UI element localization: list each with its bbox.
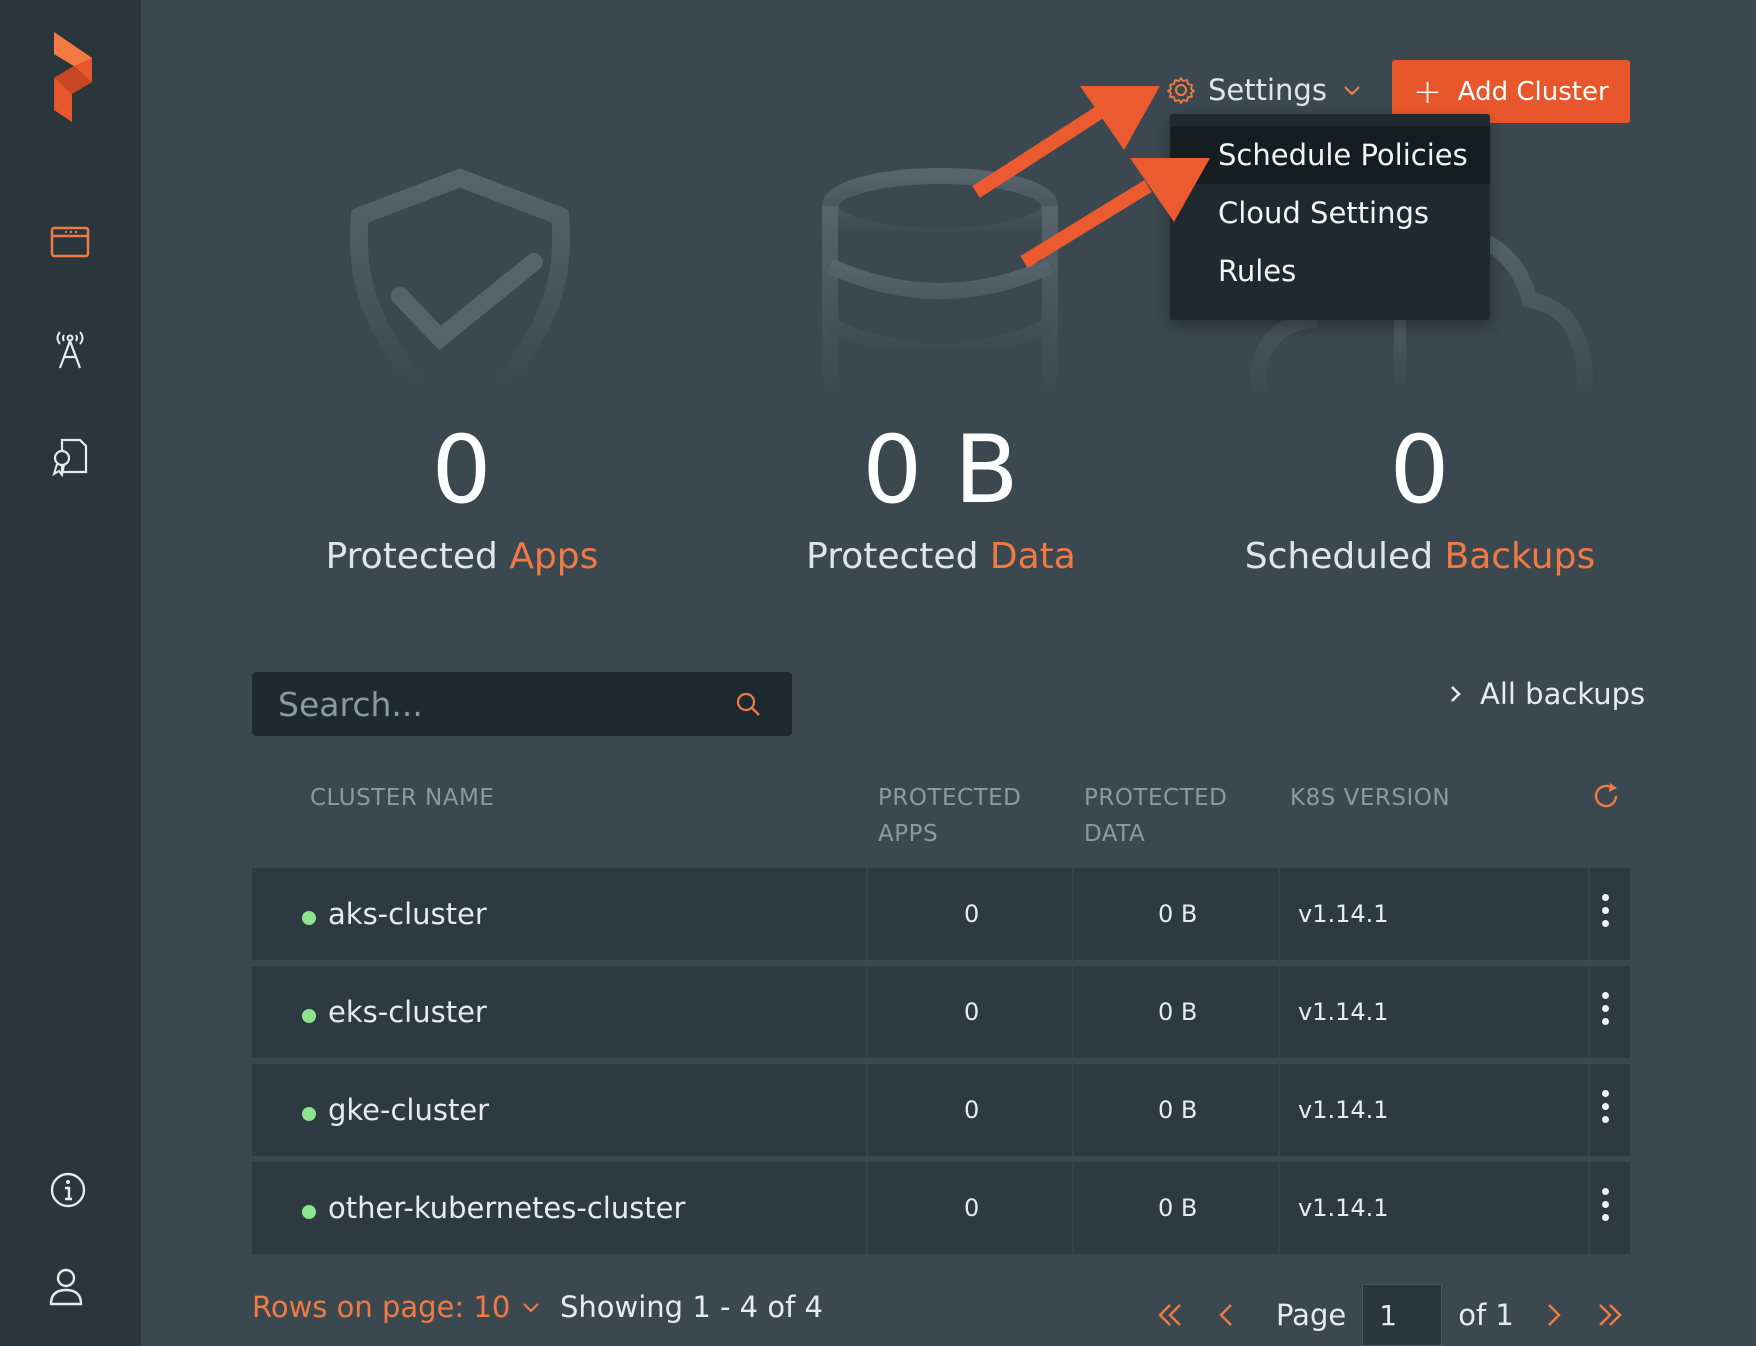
table-row[interactable]: other-kubernetes-cluster 0 0 B v1.14.1 bbox=[252, 1162, 1630, 1254]
status-dot bbox=[302, 1009, 316, 1023]
stat-protected-data: 0 B Protected Data bbox=[731, 416, 1151, 578]
status-dot bbox=[302, 1205, 316, 1219]
settings-label: Settings bbox=[1208, 73, 1327, 107]
cluster-name-cell: gke-cluster bbox=[302, 1064, 489, 1156]
status-dot bbox=[302, 1107, 316, 1121]
search-input[interactable] bbox=[252, 672, 792, 736]
protected-data-cell: 0 B bbox=[1158, 1194, 1198, 1222]
stat-protected-apps: 0 Protected Apps bbox=[252, 416, 672, 578]
protected-data-cell: 0 B bbox=[1158, 998, 1198, 1026]
table-row[interactable]: aks-cluster 0 0 B v1.14.1 bbox=[252, 868, 1630, 960]
col-cluster-name[interactable]: CLUSTER NAME bbox=[310, 780, 494, 816]
k8s-version-cell: v1.14.1 bbox=[1298, 1096, 1389, 1124]
chevron-down-icon bbox=[523, 1303, 540, 1313]
stat-label: Protected Apps bbox=[325, 536, 599, 577]
protected-data-cell: 0 B bbox=[1158, 900, 1198, 928]
sidebar bbox=[0, 0, 141, 1346]
cluster-name-cell: eks-cluster bbox=[302, 966, 487, 1058]
next-page-icon[interactable] bbox=[1534, 1295, 1574, 1335]
row-actions-kebab-icon[interactable] bbox=[1598, 894, 1612, 934]
pagination: Page of 1 bbox=[1150, 1284, 1646, 1346]
prev-page-icon[interactable] bbox=[1206, 1295, 1246, 1335]
stat-scheduled-backups: 0 Scheduled Backups bbox=[1210, 416, 1630, 578]
rows-per-page-select[interactable]: Rows on page: 10 bbox=[252, 1290, 542, 1324]
stat-value: 0 bbox=[1389, 416, 1451, 525]
protected-data-cell: 0 B bbox=[1158, 1096, 1198, 1124]
settings-dropdown: Schedule Policies Cloud Settings Rules bbox=[1170, 114, 1490, 320]
all-backups-label: All backups bbox=[1480, 677, 1646, 711]
protected-apps-cell: 0 bbox=[964, 998, 980, 1026]
certificate-icon[interactable] bbox=[46, 432, 94, 480]
protected-apps-cell: 0 bbox=[964, 900, 980, 928]
protected-apps-cell: 0 bbox=[964, 1194, 980, 1222]
page-label: Page bbox=[1276, 1298, 1347, 1332]
k8s-version-cell: v1.14.1 bbox=[1298, 998, 1389, 1026]
search-box bbox=[252, 672, 792, 736]
last-page-icon[interactable] bbox=[1590, 1295, 1630, 1335]
table-header: CLUSTER NAME PROTECTED APPS PROTECTED DATA… bbox=[252, 780, 1630, 860]
settings-menu-button[interactable]: Settings bbox=[1166, 68, 1363, 112]
stat-value: 0 bbox=[431, 416, 493, 525]
menu-item-rules[interactable]: Rules bbox=[1170, 242, 1490, 300]
k8s-version-cell: v1.14.1 bbox=[1298, 900, 1389, 928]
add-cluster-label: Add Cluster bbox=[1457, 76, 1609, 107]
menu-item-schedule-policies[interactable]: Schedule Policies bbox=[1170, 126, 1490, 184]
row-actions-kebab-icon[interactable] bbox=[1598, 1090, 1612, 1130]
table-row[interactable]: gke-cluster 0 0 B v1.14.1 bbox=[252, 1064, 1630, 1156]
gear-icon bbox=[1167, 77, 1195, 104]
user-icon[interactable] bbox=[46, 1262, 94, 1310]
row-actions-kebab-icon[interactable] bbox=[1598, 1188, 1612, 1228]
menu-item-cloud-settings[interactable]: Cloud Settings bbox=[1170, 184, 1490, 242]
table-row[interactable]: eks-cluster 0 0 B v1.14.1 bbox=[252, 966, 1630, 1058]
plus-icon: + bbox=[1413, 71, 1442, 112]
status-dot bbox=[302, 911, 316, 925]
dashboard-icon[interactable] bbox=[46, 218, 94, 266]
col-protected-apps[interactable]: PROTECTED APPS bbox=[878, 780, 1021, 852]
stat-label: Protected Data bbox=[806, 536, 1076, 577]
k8s-version-cell: v1.14.1 bbox=[1298, 1194, 1389, 1222]
col-k8s-version[interactable]: K8S VERSION bbox=[1290, 780, 1450, 816]
refresh-icon[interactable] bbox=[1590, 780, 1622, 812]
page-number-input[interactable] bbox=[1362, 1284, 1443, 1346]
cluster-name-cell: other-kubernetes-cluster bbox=[302, 1162, 685, 1254]
stat-label: Scheduled Backups bbox=[1244, 536, 1596, 577]
stat-value: 0 B bbox=[862, 416, 1020, 525]
cluster-name-cell: aks-cluster bbox=[302, 868, 487, 960]
portworx-logo[interactable] bbox=[44, 32, 100, 122]
chevron-down-icon bbox=[1344, 86, 1360, 96]
page-total-label: of 1 bbox=[1458, 1298, 1514, 1332]
chevron-right-icon bbox=[1451, 686, 1461, 702]
showing-count: Showing 1 - 4 of 4 bbox=[560, 1290, 823, 1324]
search-icon[interactable] bbox=[734, 690, 762, 718]
rows-per-page-label: Rows on page: 10 bbox=[252, 1290, 511, 1324]
info-icon[interactable] bbox=[46, 1166, 94, 1214]
row-actions-kebab-icon[interactable] bbox=[1598, 992, 1612, 1032]
database-illustration bbox=[822, 168, 1058, 396]
first-page-icon[interactable] bbox=[1150, 1295, 1190, 1335]
col-protected-data[interactable]: PROTECTED DATA bbox=[1084, 780, 1227, 852]
protected-apps-cell: 0 bbox=[964, 1096, 980, 1124]
shield-illustration bbox=[349, 169, 571, 395]
cluster-antenna-icon[interactable] bbox=[46, 326, 94, 374]
all-backups-link[interactable]: All backups bbox=[1448, 676, 1645, 712]
